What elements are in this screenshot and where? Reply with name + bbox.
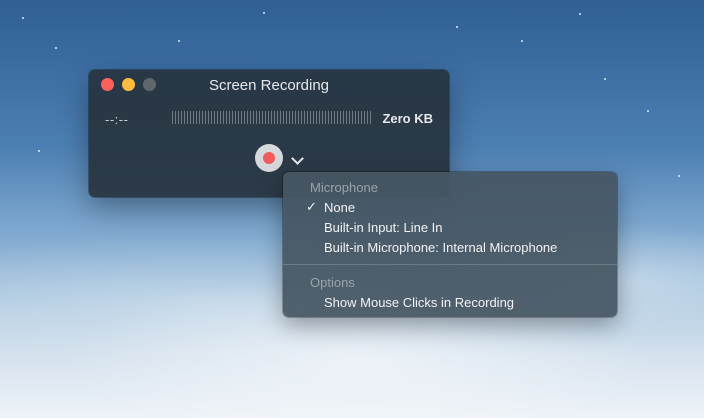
checkmark-icon: ✓	[306, 199, 317, 214]
microphone-header: Microphone	[310, 180, 378, 195]
audio-level-meter	[172, 111, 372, 124]
star	[263, 12, 265, 14]
star	[178, 40, 180, 42]
star	[521, 40, 523, 42]
menu-item-show-mouse-clicks[interactable]: Show Mouse Clicks in Recording	[324, 295, 514, 310]
star	[38, 150, 40, 152]
menu-item-internal-microphone[interactable]: Built-in Microphone: Internal Microphone	[324, 240, 557, 255]
star	[55, 47, 57, 49]
star	[579, 13, 581, 15]
record-icon	[263, 152, 275, 164]
star	[22, 17, 24, 19]
elapsed-time: --:--	[105, 112, 129, 127]
window-title: Screen Recording	[208, 77, 330, 94]
star	[647, 110, 649, 112]
star	[678, 175, 680, 177]
star	[456, 26, 458, 28]
file-size: Zero KB	[382, 111, 433, 126]
menu-item-line-in[interactable]: Built-in Input: Line In	[324, 220, 443, 235]
menu-item-none[interactable]: None	[324, 200, 355, 215]
options-header: Options	[310, 275, 355, 290]
chevron-down-icon[interactable]	[291, 152, 304, 165]
star	[604, 78, 606, 80]
record-button[interactable]	[255, 144, 283, 172]
options-menu: Microphone ✓ None Built-in Input: Line I…	[283, 172, 617, 317]
menu-separator	[283, 264, 617, 265]
